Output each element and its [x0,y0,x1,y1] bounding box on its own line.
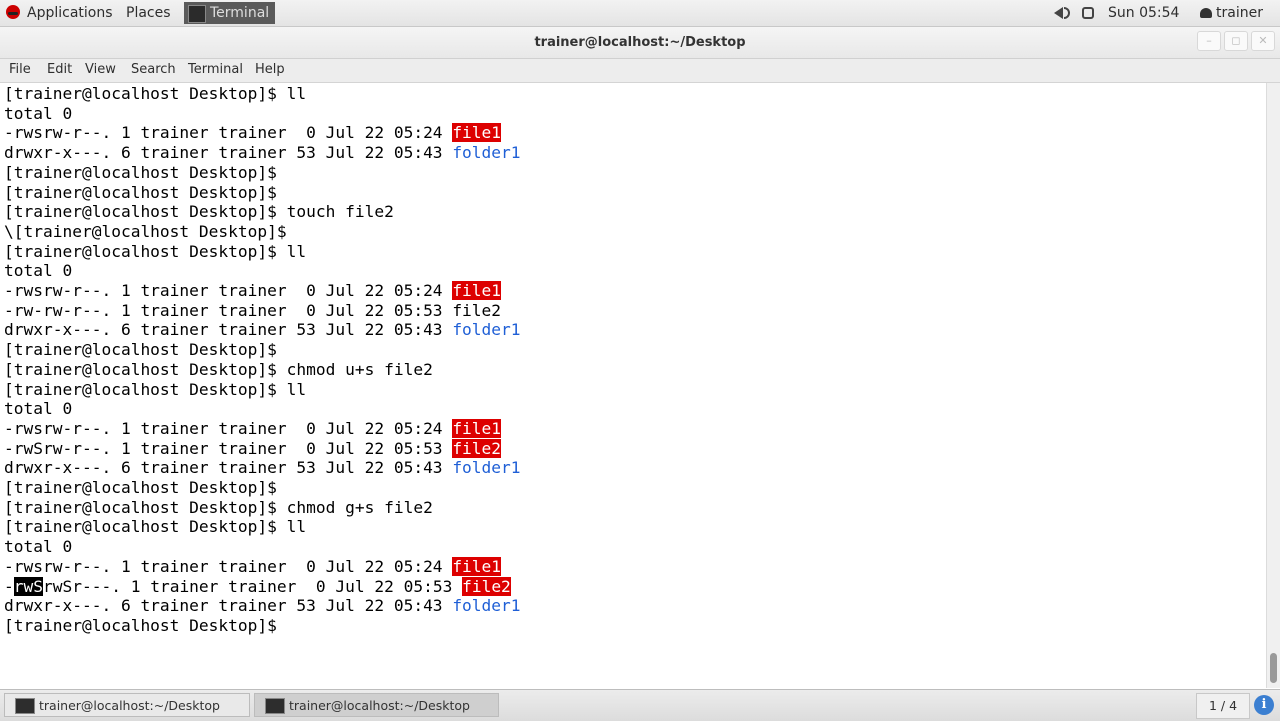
terminal-line: total 0 [4,103,73,123]
user-icon [1200,8,1212,18]
terminal-line: [trainer@localhost Desktop]$ [4,615,277,635]
taskbar: trainer@localhost:~/Desktop trainer@loca… [0,689,1280,721]
file-name: file1 [452,418,502,438]
directory-name: folder1 [452,596,521,616]
network-icon[interactable] [1082,0,1094,26]
terminal-line: -rwsrw-r--. 1 trainer trainer 0 Jul 22 0… [4,123,502,143]
info-icon[interactable]: i [1254,695,1274,715]
clock[interactable]: Sun 05:54 [1108,0,1179,26]
workspace-indicator[interactable]: 1 / 4 [1196,693,1250,719]
menu-help[interactable]: Help [255,59,285,81]
selected-text[interactable]: rwS [13,576,43,596]
file-listing-details: rwSr---. 1 trainer trainer 0 Jul 22 05:5… [43,576,463,596]
user-menu[interactable]: trainer [1200,0,1263,26]
file-listing-details: -rwSrw-r--. 1 trainer trainer 0 Jul 22 0… [4,438,453,458]
file-listing-details: -rwsrw-r--. 1 trainer trainer 0 Jul 22 0… [4,281,453,300]
taskbar-window-label: trainer@localhost:~/Desktop [39,698,220,713]
terminal-scrollbar[interactable] [1266,83,1280,688]
file-name: file2 [462,576,511,596]
redhat-logo-icon [6,5,20,19]
file-listing-details: -rwsrw-r--. 1 trainer trainer 0 Jul 22 0… [4,123,453,143]
terminal-line: -rwSrw-r--. 1 trainer trainer 0 Jul 22 0… [4,438,502,459]
close-icon[interactable]: ✕ [1251,31,1275,51]
terminal-icon [265,698,285,714]
directory-name: folder1 [452,143,521,163]
terminal-line: [trainer@localhost Desktop]$ ll [4,517,307,537]
terminal-line: [trainer@localhost Desktop]$ [4,182,277,202]
terminal-line: drwxr-x---. 6 trainer trainer 53 Jul 22 … [4,143,521,163]
minimize-icon[interactable]: – [1197,31,1221,51]
terminal-line: -rwsrw-r--. 1 trainer trainer 0 Jul 22 0… [4,556,502,577]
taskbar-window-1[interactable]: trainer@localhost:~/Desktop [4,693,250,717]
file-name: file2 [452,438,502,458]
terminal-line: -rw-rw-r--. 1 trainer trainer 0 Jul 22 0… [4,301,501,321]
window-titlebar[interactable]: trainer@localhost:~/Desktop – ◻ ✕ [0,27,1280,59]
terminal-line: -rwSrwSr---. 1 trainer trainer 0 Jul 22 … [4,576,511,597]
taskbar-window-label: trainer@localhost:~/Desktop [289,698,470,713]
menu-terminal[interactable]: Terminal [188,59,243,81]
terminal-line: [trainer@localhost Desktop]$ [4,340,277,360]
terminal-icon [15,698,35,714]
menu-search[interactable]: Search [131,59,176,81]
terminal-line: [trainer@localhost Desktop]$ ll [4,241,307,261]
terminal-line: \[trainer@localhost Desktop]$ [4,221,287,241]
terminal-line: drwxr-x---. 6 trainer trainer 53 Jul 22 … [4,320,521,340]
terminal-line: [trainer@localhost Desktop]$ chmod g+s f… [4,497,433,517]
file-name: file2 [452,300,502,320]
file-listing-details: drwxr-x---. 6 trainer trainer 53 Jul 22 … [4,596,453,616]
terminal-line: total 0 [4,399,73,419]
applications-label: Applications [27,5,113,21]
terminal-output[interactable]: [trainer@localhost Desktop]$ ll total 0 -r… [0,83,1266,688]
file-name: file1 [452,281,502,300]
terminal-line: -rwsrw-r--. 1 trainer trainer 0 Jul 22 0… [4,281,502,301]
applications-menu[interactable]: Applications [6,0,113,26]
running-app-label: Terminal [210,5,270,21]
directory-name: folder1 [452,458,521,478]
file-listing-details: -rw-rw-r--. 1 trainer trainer 0 Jul 22 0… [4,300,453,320]
maximize-icon[interactable]: ◻ [1224,31,1248,51]
scrollbar-thumb[interactable] [1270,653,1277,683]
terminal-line: [trainer@localhost Desktop]$ ll [4,84,307,103]
terminal-line: total 0 [4,261,73,281]
terminal-line: [trainer@localhost Desktop]$ ll [4,379,307,399]
user-label: trainer [1216,5,1263,21]
places-menu[interactable]: Places [126,0,171,26]
taskbar-window-2[interactable]: trainer@localhost:~/Desktop [254,693,499,717]
terminal-line: [trainer@localhost Desktop]$ [4,478,277,497]
terminal-line: -rwsrw-r--. 1 trainer trainer 0 Jul 22 0… [4,418,502,439]
window-title: trainer@localhost:~/Desktop [534,35,746,50]
terminal-line: drwxr-x---. 6 trainer trainer 53 Jul 22 … [4,458,521,478]
terminal-line: drwxr-x---. 6 trainer trainer 53 Jul 22 … [4,596,521,616]
menu-view[interactable]: View [85,59,116,81]
top-panel: Applications Places Terminal Sun 05:54 t… [0,0,1280,27]
file-listing-details: drwxr-x---. 6 trainer trainer 53 Jul 22 … [4,458,453,478]
file-name: file1 [452,123,502,143]
volume-icon[interactable] [1054,0,1070,26]
terminal-line: total 0 [4,537,73,557]
terminal-line: [trainer@localhost Desktop]$ touch file2 [4,202,394,222]
menu-edit[interactable]: Edit [47,59,72,81]
file-listing-details: -rwsrw-r--. 1 trainer trainer 0 Jul 22 0… [4,418,453,438]
file-listing-details: -rwsrw-r--. 1 trainer trainer 0 Jul 22 0… [4,556,453,576]
file-listing-details: drwxr-x---. 6 trainer trainer 53 Jul 22 … [4,143,453,163]
terminal-line: [trainer@localhost Desktop]$ [4,162,277,182]
directory-name: folder1 [452,320,521,340]
file-listing-details: drwxr-x---. 6 trainer trainer 53 Jul 22 … [4,320,453,340]
file-name: file1 [452,556,502,576]
terminal-line: [trainer@localhost Desktop]$ chmod u+s f… [4,359,433,379]
menubar: File Edit View Search Terminal Help [0,59,1280,83]
permission-prefix: - [4,576,14,596]
menu-file[interactable]: File [9,59,31,81]
running-app-terminal[interactable]: Terminal [184,2,276,24]
terminal-icon [188,5,206,23]
